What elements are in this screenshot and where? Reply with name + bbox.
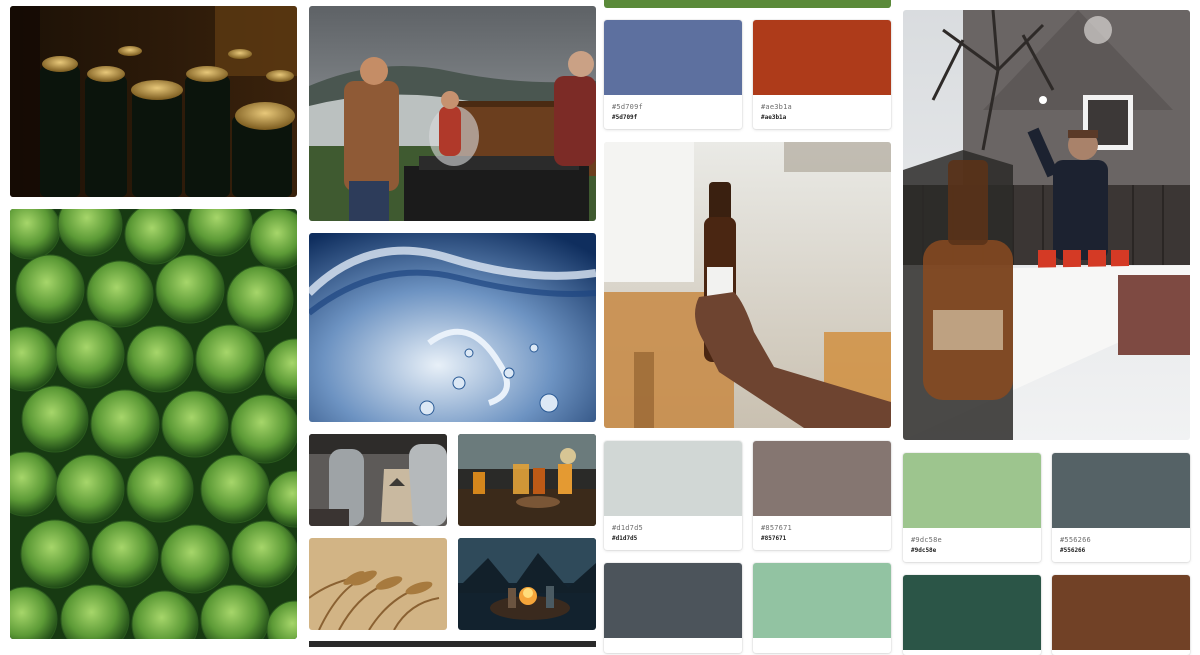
grilling-outdoors-photo[interactable] [309, 6, 596, 221]
color-block [903, 575, 1041, 650]
swatch-hex-label: #556266 [1060, 536, 1091, 544]
swatch-hex-label: #d1d7d5 [612, 524, 643, 532]
brewery-tanks-photo[interactable] [309, 434, 447, 526]
swatch-92c3a2[interactable] [753, 563, 891, 653]
swatch-hex-code: #9dc58e [911, 547, 937, 554]
swatch-hex-code: #ae3b1a [761, 114, 787, 121]
swatch-5d709f[interactable]: #5d709f #5d709f [604, 20, 742, 129]
campfire-night-photo[interactable] [458, 538, 596, 630]
beer-bottles-photo[interactable] [10, 6, 297, 197]
partial-photo-bottom [309, 641, 596, 647]
partial-photo-top [604, 0, 891, 8]
color-block [753, 20, 891, 95]
hops-photo[interactable] [10, 209, 297, 639]
swatch-556266[interactable]: #556266 #556266 [1052, 453, 1190, 562]
swatch-hex-label: #857671 [761, 524, 792, 532]
beer-pong-snow-photo[interactable] [903, 10, 1190, 440]
color-block [604, 441, 742, 516]
swatch-2b5547[interactable] [903, 575, 1041, 655]
wheat-field-photo[interactable] [309, 538, 447, 630]
color-block [1052, 575, 1190, 650]
beer-glasses-table-photo[interactable] [458, 434, 596, 526]
color-block [753, 563, 891, 638]
swatch-hex-code: #d1d7d5 [612, 535, 638, 542]
swatch-714126[interactable] [1052, 575, 1190, 655]
color-block [604, 563, 742, 638]
swatch-hex-label: #9dc58e [911, 536, 942, 544]
swatch-hex-code: #556266 [1060, 547, 1086, 554]
color-block [903, 453, 1041, 528]
swatch-hex-code: #857671 [761, 535, 787, 542]
color-block [1052, 453, 1190, 528]
color-block [604, 20, 742, 95]
swatch-d1d7d5[interactable]: #d1d7d5 #d1d7d5 [604, 441, 742, 550]
swatch-hex-label: #5d709f [612, 103, 643, 111]
swatch-ae3b1a[interactable]: #ae3b1a #ae3b1a [753, 20, 891, 129]
swatch-857671[interactable]: #857671 #857671 [753, 441, 891, 550]
hand-holding-bottle-photo[interactable] [604, 142, 891, 428]
swatch-9dc58e[interactable]: #9dc58e #9dc58e [903, 453, 1041, 562]
color-block [753, 441, 891, 516]
swatch-hex-code: #5d709f [612, 114, 638, 121]
swatch-4c545b[interactable] [604, 563, 742, 653]
water-splash-photo[interactable] [309, 233, 596, 422]
swatch-hex-label: #ae3b1a [761, 103, 792, 111]
